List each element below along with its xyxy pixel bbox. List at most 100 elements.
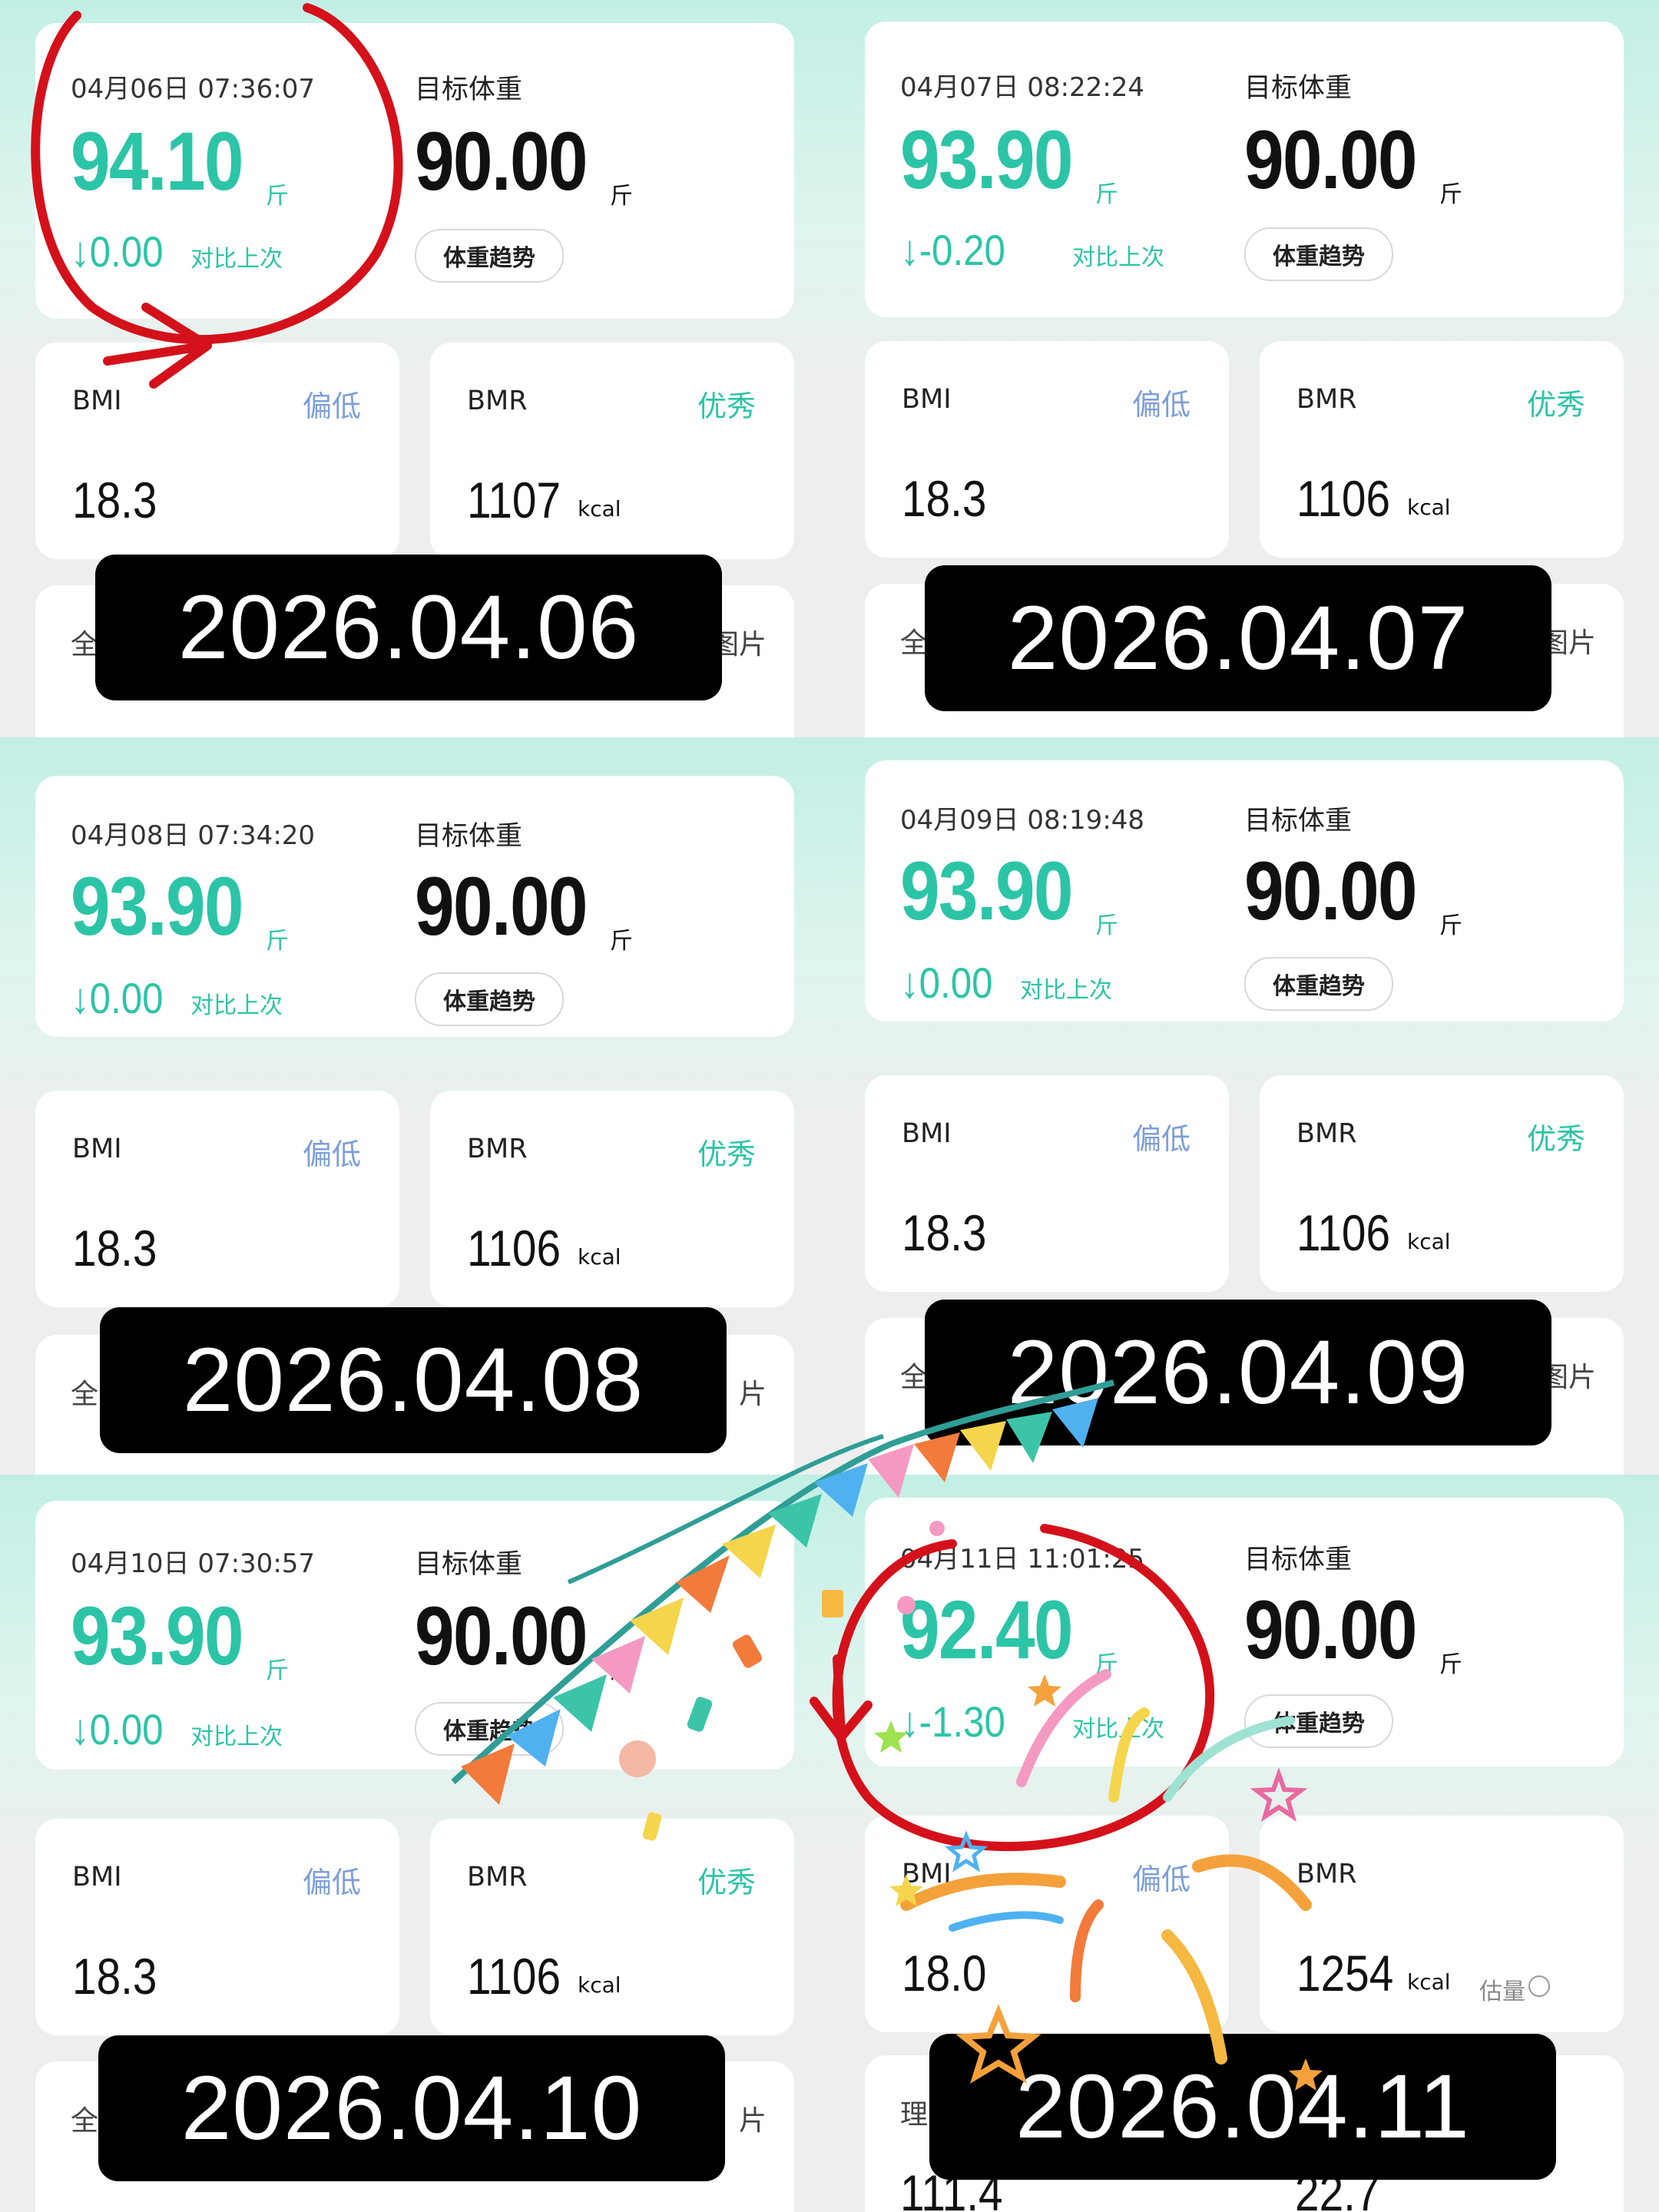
weight-delta: ↓-1.30 [900,1697,1005,1746]
bmr-card[interactable]: BMR 优秀 1107 kcal [430,343,794,559]
bmr-unit: kcal [1407,1229,1451,1254]
bmi-rating: 偏低 [1132,1863,1191,1896]
record-panel-0407: 04月07日 08:22:24 93.90 斤 ↓-0.20 对比上次 目标体重… [830,0,1659,737]
target-weight-label: 目标体重 [1244,806,1353,836]
weight-unit: 斤 [1095,181,1118,208]
bmr-value: 1106 [1296,1204,1391,1261]
weight-unit: 斤 [1095,1651,1118,1678]
timestamp: 04月11日 11:01:25 [900,1544,1145,1575]
compare-label: 对比上次 [190,992,283,1019]
weight-card[interactable]: 04月09日 08:19:48 93.90 斤 ↓0.00 对比上次 目标体重 … [865,760,1624,1022]
bmr-rating: 优秀 [697,389,757,423]
bmr-label: BMR [1296,1118,1357,1149]
current-weight: 92.40 [900,1583,1074,1676]
weight-trend-button[interactable]: 体重趋势 [415,229,564,283]
compare-label: 对比上次 [190,1724,283,1750]
bmr-rating: 优秀 [1527,388,1586,422]
weight-card[interactable]: 04月10日 07:30:57 93.90 斤 ↓0.00 对比上次 目标体重 … [35,1501,794,1770]
date-banner: 2026.04.10 [98,2035,725,2181]
target-weight: 90.00 [415,114,588,207]
bmr-label: BMR [1296,1859,1357,1889]
bmi-card[interactable]: BMI 偏低 18.3 [865,341,1229,558]
bmi-value: 18.3 [902,470,987,527]
current-weight: 93.90 [71,1589,244,1682]
bmi-label: BMI [72,386,122,416]
cut-label-left: 全 [900,628,929,659]
weight-delta: ↓-0.20 [900,226,1005,274]
timestamp: 04月07日 08:22:24 [900,72,1145,103]
weight-card[interactable]: 04月11日 11:01:25 92.40 斤 ↓-1.30 对比上次 目标体重… [865,1498,1624,1767]
target-weight: 90.00 [415,859,588,952]
record-panel-0406: 04月06日 07:36:07 94.10 斤 ↓0.00 对比上次 目标体重 … [0,0,830,737]
target-unit: 斤 [610,928,633,955]
bmr-rating: 优秀 [697,1866,757,1899]
bmr-value: 1106 [467,1220,561,1277]
compare-label: 对比上次 [190,246,283,273]
timestamp: 04月09日 08:19:48 [900,805,1145,836]
weight-trend-button[interactable]: 体重趋势 [415,1702,564,1756]
bmi-value: 18.3 [902,1204,987,1261]
compare-label: 对比上次 [1020,977,1112,1004]
date-banner: 2026.04.09 [925,1300,1551,1445]
timestamp: 04月10日 07:30:57 [71,1548,316,1579]
current-weight: 94.10 [71,114,244,207]
bmi-card[interactable]: BMI 偏低 18.3 [35,343,399,559]
bmi-card[interactable]: BMI 偏低 18.0 [865,1816,1229,2032]
date-banner: 2026.04.07 [925,565,1551,711]
target-weight: 90.00 [1244,113,1418,206]
date-banner: 2026.04.08 [100,1307,727,1453]
target-weight-label: 目标体重 [415,821,523,852]
cut-label-left: 全 [71,629,99,661]
record-panel-0410: 04月10日 07:30:57 93.90 斤 ↓0.00 对比上次 目标体重 … [0,1475,830,2212]
cut-label-right: 片 [739,1379,767,1410]
weight-unit: 斤 [266,183,289,210]
weight-delta: ↓0.00 [900,959,993,1007]
compare-label: 对比上次 [1072,1716,1164,1743]
info-icon[interactable] [1528,1975,1550,1997]
weight-trend-button[interactable]: 体重趋势 [1244,1694,1393,1748]
bmr-unit: kcal [578,1972,621,1998]
bmr-card[interactable]: BMR 优秀 1106 kcal [1260,341,1624,558]
weight-card[interactable]: 04月06日 07:36:07 94.10 斤 ↓0.00 对比上次 目标体重 … [35,23,794,319]
bmr-value: 1254 [1296,1945,1394,2002]
weight-trend-button[interactable]: 体重趋势 [415,972,564,1026]
bmr-label: BMR [1296,384,1357,415]
bmr-unit: kcal [1407,495,1451,520]
bmr-value: 1107 [467,472,561,528]
bmr-card[interactable]: BMR 优秀 1106 kcal [1260,1075,1624,1292]
target-unit: 斤 [1439,912,1462,939]
target-weight: 90.00 [415,1589,588,1682]
bmi-value: 18.3 [72,472,157,528]
bmi-rating: 偏低 [1132,388,1191,422]
bmi-card[interactable]: BMI 偏低 18.3 [35,1819,399,2035]
weight-card[interactable]: 04月08日 07:34:20 93.90 斤 ↓0.00 对比上次 目标体重 … [35,776,794,1037]
target-unit: 斤 [610,183,633,210]
bmr-value: 1106 [1296,470,1391,527]
weight-card[interactable]: 04月07日 08:22:24 93.90 斤 ↓-0.20 对比上次 目标体重… [865,22,1624,317]
target-unit: 斤 [1439,181,1462,208]
bmr-label: BMR [467,386,528,416]
bmi-rating: 偏低 [303,1866,362,1899]
bmr-card[interactable]: BMR 优秀 1106 kcal [430,1819,794,2035]
weight-trend-button[interactable]: 体重趋势 [1244,957,1393,1011]
target-weight: 90.00 [1244,1583,1418,1676]
bmi-value: 18.3 [72,1220,157,1277]
bmr-unit: kcal [1407,1969,1451,1995]
target-weight-label: 目标体重 [415,75,523,105]
bmr-card[interactable]: BMR 1254 kcal 估量 [1260,1816,1624,2032]
current-weight: 93.90 [900,113,1074,206]
bmi-card[interactable]: BMI 偏低 18.3 [865,1075,1229,1292]
cut-label-left: 全 [900,1362,929,1393]
weight-trend-button[interactable]: 体重趋势 [1244,227,1393,281]
target-unit: 斤 [1439,1651,1462,1678]
bmr-rating: 优秀 [697,1137,757,1171]
weight-unit: 斤 [1095,912,1118,939]
target-weight-label: 目标体重 [415,1549,523,1580]
record-panel-0408: 04月08日 07:34:20 93.90 斤 ↓0.00 对比上次 目标体重 … [0,737,830,1475]
bmi-rating: 偏低 [1132,1122,1191,1156]
bmi-label: BMI [902,1118,952,1149]
bmi-label: BMI [72,1134,122,1164]
record-panel-0411: 04月11日 11:01:25 92.40 斤 ↓-1.30 对比上次 目标体重… [830,1475,1659,2212]
bmr-card[interactable]: BMR 优秀 1106 kcal [430,1091,794,1307]
bmi-card[interactable]: BMI 偏低 18.3 [35,1091,399,1307]
